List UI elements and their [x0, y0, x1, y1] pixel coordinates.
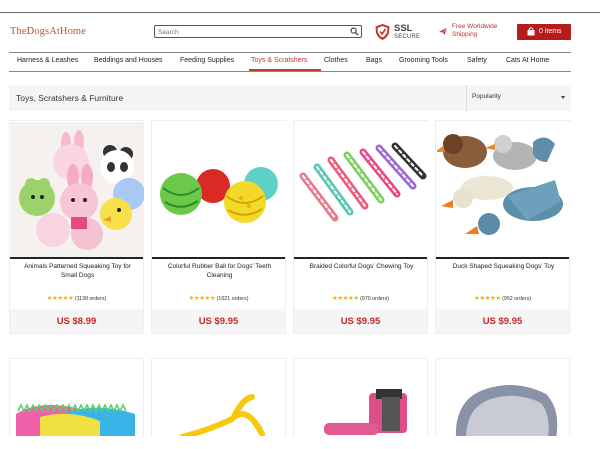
- product-card[interactable]: [9, 358, 144, 438]
- product-name[interactable]: Duck Shaped Squeaking Dogs' Toy: [446, 263, 561, 272]
- product-card[interactable]: [151, 358, 286, 438]
- product-image-spiky-toy[interactable]: [10, 359, 143, 438]
- search-icon[interactable]: [350, 27, 359, 36]
- star-rating-icon: ★★★★★: [332, 295, 359, 302]
- product-name[interactable]: Colorful Rubber Ball for Dogs' Teeth Cle…: [162, 263, 277, 280]
- price-box: US $9.95: [152, 309, 285, 333]
- product-card[interactable]: [293, 358, 428, 438]
- shopping-bag-icon: [527, 27, 535, 36]
- page-bottom-edge: [0, 436, 600, 449]
- chevron-down-icon: [561, 96, 565, 99]
- product-image-braided-rope[interactable]: [295, 122, 428, 257]
- nav-item-grooming-tools[interactable]: Grooming Tools: [399, 57, 448, 64]
- nav-item-toys-scratshers[interactable]: Toys & Scratshers: [251, 57, 307, 64]
- nav-item-cats-at-home[interactable]: Cats At Home: [506, 57, 549, 64]
- cart-button[interactable]: 0 items: [517, 24, 571, 40]
- shield-icon: [375, 24, 390, 40]
- star-rating-icon: ★★★★★: [474, 295, 501, 302]
- nav-item-bags[interactable]: Bags: [366, 57, 382, 64]
- product-rating: ★★★★★ (1138 orders): [10, 294, 143, 302]
- ssl-badge: SSL SECURE: [374, 21, 424, 43]
- price-box: US $8.99: [10, 309, 143, 333]
- category-title: Toys, Scratshers & Furniture: [16, 93, 124, 103]
- shipping-text: Free Worldwide Shipping: [452, 23, 498, 38]
- product-price: US $8.99: [56, 316, 97, 327]
- product-image-grooming-brush[interactable]: [294, 359, 427, 438]
- order-count: (1021 orders): [216, 296, 249, 302]
- sort-value: Popularity: [472, 93, 501, 100]
- nav-item-clothes[interactable]: Clothes: [324, 57, 348, 64]
- category-nav: Harness & Leashes Beddings and Houses Fe…: [9, 52, 571, 72]
- product-image-rubber-balls[interactable]: [153, 122, 286, 257]
- product-card[interactable]: Braided Colorful Dogs' Chewing Toy ★★★★★…: [293, 120, 428, 334]
- order-count: (1138 orders): [74, 296, 107, 302]
- product-price: US $9.95: [340, 316, 381, 327]
- product-rating: ★★★★★ (1021 orders): [152, 294, 285, 302]
- product-image-grooming-glove[interactable]: [436, 359, 569, 438]
- nav-item-harness-leashes[interactable]: Harness & Leashes: [17, 57, 78, 64]
- product-name[interactable]: Animals Patterned Squeaking Toy for Smal…: [20, 263, 135, 280]
- price-box: US $9.95: [436, 309, 569, 333]
- card-divider: [436, 257, 569, 259]
- product-name[interactable]: Braided Colorful Dogs' Chewing Toy: [304, 263, 419, 272]
- product-card[interactable]: Duck Shaped Squeaking Dogs' Toy ★★★★★ (9…: [435, 120, 570, 334]
- product-card[interactable]: Colorful Rubber Ball for Dogs' Teeth Cle…: [151, 120, 286, 334]
- ssl-secure-label: SECURE: [394, 34, 421, 40]
- product-image-yellow-toy[interactable]: [152, 359, 285, 438]
- product-price: US $9.95: [198, 316, 239, 327]
- product-rating: ★★★★★ (952 orders): [436, 294, 569, 302]
- card-divider: [152, 257, 285, 259]
- shipping-info: Free Worldwide Shipping: [438, 23, 518, 43]
- star-rating-icon: ★★★★★: [188, 295, 216, 302]
- product-price: US $9.95: [482, 316, 523, 327]
- card-divider: [294, 257, 427, 259]
- product-rating: ★★★★★ (970 orders): [294, 294, 427, 302]
- sort-dropdown[interactable]: Popularity: [466, 85, 571, 111]
- product-image-duck-toys[interactable]: [437, 122, 570, 257]
- product-image-animal-plush[interactable]: [11, 122, 144, 257]
- search-box[interactable]: [154, 25, 362, 38]
- nav-item-beddings-houses[interactable]: Beddings and Houses: [94, 57, 163, 64]
- search-input[interactable]: [158, 27, 343, 37]
- card-divider: [10, 257, 143, 259]
- site-header: TheDogsAtHome SSL SECURE Free Worldwide …: [0, 14, 600, 52]
- nav-item-safety[interactable]: Safety: [467, 57, 487, 64]
- order-count: (970 orders): [360, 296, 389, 302]
- airplane-icon: [439, 27, 448, 35]
- ssl-label: SSL: [394, 23, 413, 34]
- cart-count: 0 items: [539, 28, 562, 35]
- order-count: (952 orders): [502, 296, 531, 302]
- product-card[interactable]: Animals Patterned Squeaking Toy for Smal…: [9, 120, 144, 334]
- product-card[interactable]: [435, 358, 570, 438]
- star-rating-icon: ★★★★★: [46, 295, 74, 302]
- price-box: US $9.95: [294, 309, 427, 333]
- top-divider: [0, 12, 600, 13]
- site-logo[interactable]: TheDogsAtHome: [10, 26, 86, 37]
- active-nav-indicator: [249, 69, 321, 71]
- nav-item-feeding-supplies[interactable]: Feeding Supplies: [180, 57, 234, 64]
